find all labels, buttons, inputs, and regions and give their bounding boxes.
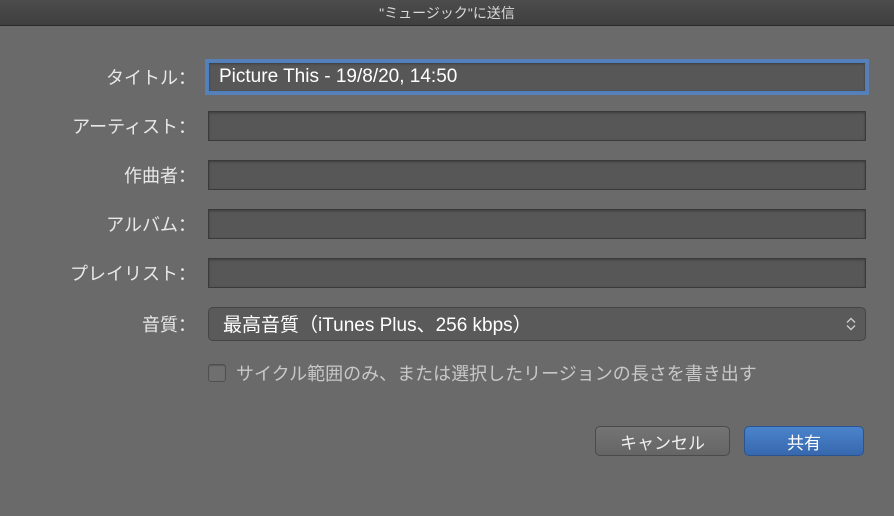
cancel-button[interactable]: キャンセル bbox=[595, 426, 730, 456]
export-range-row: サイクル範囲のみ、または選択したリージョンの長さを書き出す bbox=[208, 360, 866, 386]
quality-row: 音質： 最高音質（iTunes Plus、256 kbps） bbox=[28, 307, 866, 341]
export-range-checkbox[interactable] bbox=[208, 364, 226, 382]
quality-select[interactable]: 最高音質（iTunes Plus、256 kbps） bbox=[208, 307, 866, 341]
title-label: タイトル： bbox=[28, 64, 208, 90]
composer-input[interactable] bbox=[208, 160, 866, 190]
artist-input[interactable] bbox=[208, 111, 866, 141]
playlist-input[interactable] bbox=[208, 258, 866, 288]
title-input[interactable] bbox=[208, 62, 866, 92]
album-input[interactable] bbox=[208, 209, 866, 239]
quality-select-wrapper: 最高音質（iTunes Plus、256 kbps） bbox=[208, 307, 866, 341]
composer-label: 作曲者： bbox=[28, 162, 208, 188]
window-title: "ミュージック"に送信 bbox=[379, 3, 515, 23]
artist-label: アーティスト： bbox=[28, 113, 208, 139]
composer-row: 作曲者： bbox=[28, 160, 866, 190]
quality-label: 音質： bbox=[28, 311, 208, 337]
dialog-content: タイトル： アーティスト： 作曲者： アルバム： プレイリスト： 音質： 最高音… bbox=[0, 26, 894, 476]
export-range-label: サイクル範囲のみ、または選択したリージョンの長さを書き出す bbox=[236, 360, 757, 386]
playlist-label: プレイリスト： bbox=[28, 260, 208, 286]
album-row: アルバム： bbox=[28, 209, 866, 239]
title-row: タイトル： bbox=[28, 62, 866, 92]
window-title-bar: "ミュージック"に送信 bbox=[0, 0, 894, 26]
artist-row: アーティスト： bbox=[28, 111, 866, 141]
album-label: アルバム： bbox=[28, 211, 208, 237]
playlist-row: プレイリスト： bbox=[28, 258, 866, 288]
share-button[interactable]: 共有 bbox=[744, 426, 864, 456]
button-row: キャンセル 共有 bbox=[28, 426, 866, 456]
